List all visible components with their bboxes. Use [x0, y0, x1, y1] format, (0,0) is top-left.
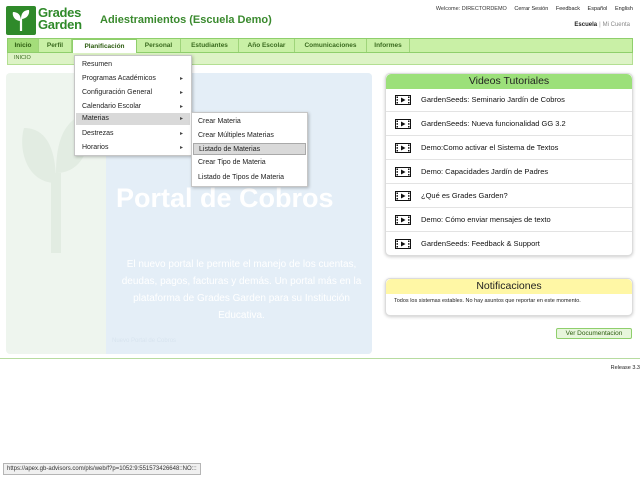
scope-separator: |	[599, 22, 601, 28]
menu-item-calendario[interactable]: Calendario Escolar ▸	[76, 101, 190, 113]
videos-panel: Videos Tutoriales GardenSeeds: Seminario…	[385, 73, 633, 256]
banner-text: El nuevo portal le permite el manejo de …	[121, 259, 362, 321]
video-title: ¿Qué es Grades Garden?	[421, 191, 508, 200]
chevron-right-icon: ▸	[179, 131, 183, 137]
tab-perfil[interactable]: Perfil	[39, 39, 72, 52]
video-play-icon	[395, 215, 411, 225]
tab-comunicaciones[interactable]: Comunicaciones	[295, 39, 367, 52]
welcome-text: Welcome: DIRECTORDEMO	[435, 6, 507, 12]
planificacion-menu: Resumen Programas Académicos ▸ Configurac…	[74, 55, 192, 156]
banner-title: Portal de Cobros	[116, 183, 334, 213]
video-item[interactable]: Demo: Capacidades Jardín de Padres	[386, 160, 632, 184]
video-title: Demo: Cómo enviar mensajes de texto	[421, 215, 551, 224]
video-play-icon	[395, 119, 411, 129]
video-play-icon	[395, 191, 411, 201]
grades-garden-logo[interactable]: Grades Garden	[6, 6, 94, 36]
scope-account-link[interactable]: Mi Cuenta	[603, 22, 630, 28]
english-link[interactable]: English	[615, 6, 633, 12]
video-title: GardenSeeds: Seminario Jardín de Cobros	[421, 95, 565, 104]
chevron-right-icon: ▸	[179, 76, 183, 82]
spanish-link[interactable]: Español	[588, 6, 608, 12]
top-links: Welcome: DIRECTORDEMO Cerrar Sesión Feed…	[430, 6, 633, 12]
tab-planificacion[interactable]: Planificación	[72, 39, 137, 53]
scope-school-link[interactable]: Escuela	[574, 22, 597, 28]
menu-item-label: Programas Académicos	[82, 75, 156, 82]
submenu-listado-tipos[interactable]: Listado de Tipos de Materia	[193, 172, 306, 184]
footer-divider	[0, 358, 640, 359]
tab-personal[interactable]: Personal	[137, 39, 181, 52]
menu-item-configuracion[interactable]: Configuración General ▸	[76, 87, 190, 99]
video-item[interactable]: GardenSeeds: Seminario Jardín de Cobros	[386, 88, 632, 112]
video-item[interactable]: ¿Qué es Grades Garden?	[386, 184, 632, 208]
materias-submenu: Crear Materia Crear Múltiples Materias L…	[191, 112, 308, 187]
logout-link[interactable]: Cerrar Sesión	[514, 6, 548, 12]
menu-item-horarios[interactable]: Horarios ▸	[76, 142, 190, 154]
menu-item-label: Resumen	[82, 61, 112, 68]
menu-item-materias[interactable]: Materias ▸	[76, 113, 190, 125]
submenu-crear-tipo[interactable]: Crear Tipo de Materia	[193, 157, 306, 169]
menu-item-resumen[interactable]: Resumen	[76, 59, 190, 71]
chevron-right-icon: ▸	[179, 145, 183, 151]
menu-item-label: Destrezas	[82, 130, 114, 137]
feedback-link[interactable]: Feedback	[556, 6, 580, 12]
submenu-listado-materias[interactable]: Listado de Materias	[193, 143, 306, 155]
videos-title: Videos Tutoriales	[386, 74, 632, 89]
video-title: GardenSeeds: Feedback & Support	[421, 239, 540, 248]
video-item[interactable]: Demo: Cómo enviar mensajes de texto	[386, 208, 632, 232]
video-title: Demo: Capacidades Jardín de Padres	[421, 167, 549, 176]
status-bar-url: https://apex.gb-advisors.com/pls/web/f?p…	[3, 463, 201, 475]
logo-line-2: Garden	[38, 17, 82, 32]
logo-wordmark: Grades Garden	[38, 6, 82, 32]
submenu-crear-multiples[interactable]: Crear Múltiples Materias	[193, 130, 306, 142]
view-documentation-button[interactable]: Ver Documentacion	[556, 328, 632, 339]
video-title: Demo:Como activar el Sistema de Textos	[421, 143, 559, 152]
menu-item-label: Calendario Escolar	[82, 103, 142, 110]
video-item[interactable]: GardenSeeds: Feedback & Support	[386, 232, 632, 256]
chevron-right-icon: ▸	[179, 104, 183, 110]
main-nav: Inicio Perfil Planificación Personal Est…	[7, 38, 633, 53]
notifications-text: Todos los sistemas estables. No hay asun…	[394, 298, 581, 304]
submenu-crear-materia[interactable]: Crear Materia	[193, 116, 306, 128]
chevron-right-icon: ▸	[179, 116, 183, 122]
video-item[interactable]: GardenSeeds: Nueva funcionalidad GG 3.2	[386, 112, 632, 136]
scope-links: Escuela | Mi Cuenta	[574, 22, 630, 28]
menu-item-destrezas[interactable]: Destrezas ▸	[76, 128, 190, 140]
menu-item-label: Horarios	[82, 144, 109, 151]
video-title: GardenSeeds: Nueva funcionalidad GG 3.2	[421, 119, 566, 128]
breadcrumb-inicio[interactable]: INICIO	[14, 55, 31, 61]
tab-estudiantes[interactable]: Estudiantes	[181, 39, 239, 52]
tab-ano-escolar[interactable]: Año Escolar	[239, 39, 295, 52]
menu-item-label: Configuración General	[82, 89, 153, 96]
sprout-icon	[6, 6, 36, 35]
video-play-icon	[395, 95, 411, 105]
notifications-title: Notificaciones	[386, 279, 632, 294]
video-play-icon	[395, 143, 411, 153]
video-play-icon	[395, 167, 411, 177]
tab-inicio[interactable]: Inicio	[8, 39, 39, 52]
menu-item-label: Materias	[82, 115, 109, 122]
menu-item-programas[interactable]: Programas Académicos ▸	[76, 73, 190, 85]
release-label: Release 3.3	[610, 365, 640, 371]
app-title: Adiestramientos (Escuela Demo)	[100, 14, 272, 26]
video-item[interactable]: Demo:Como activar el Sistema de Textos	[386, 136, 632, 160]
chevron-right-icon: ▸	[179, 90, 183, 96]
tab-informes[interactable]: Informes	[367, 39, 410, 52]
notifications-panel: Notificaciones Todos los sistemas establ…	[385, 278, 633, 316]
video-play-icon	[395, 239, 411, 249]
banner-tag: Nuevo Portal de Cobros	[112, 338, 177, 344]
